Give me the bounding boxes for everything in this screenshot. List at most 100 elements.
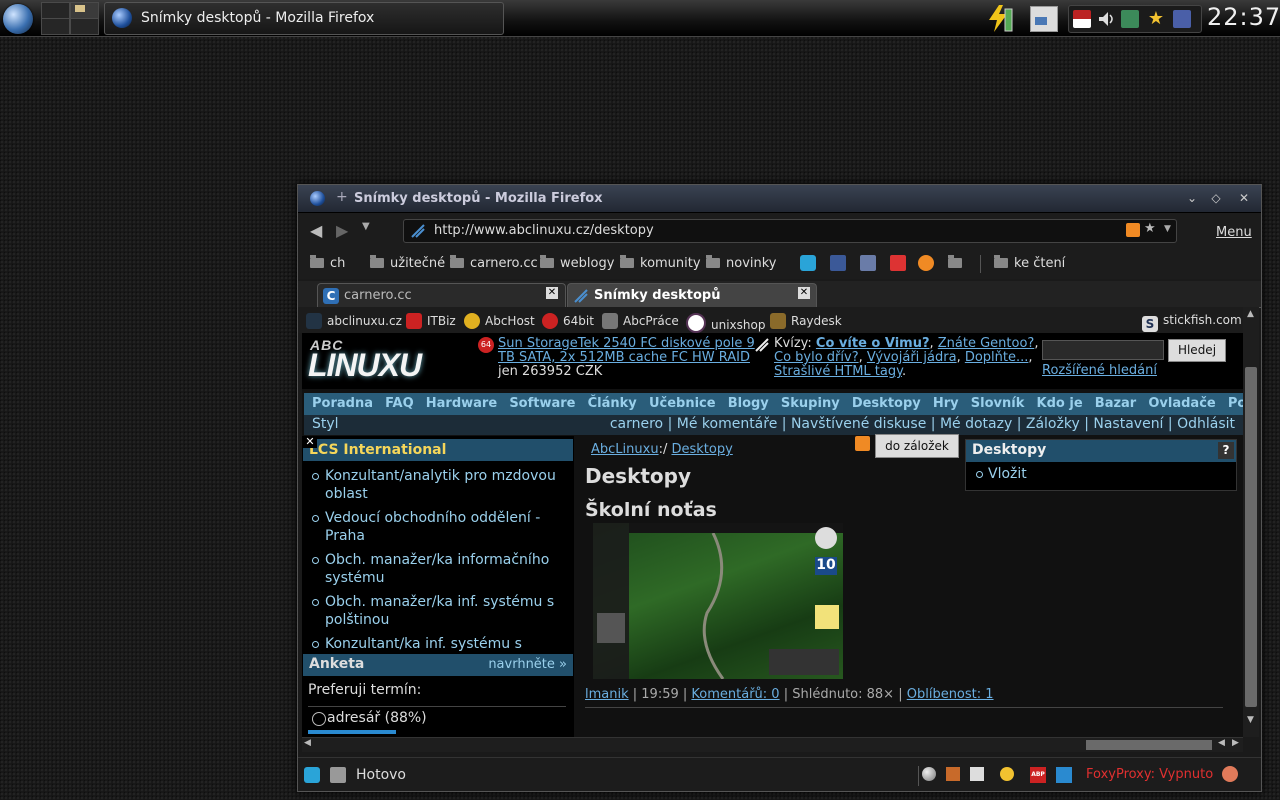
bookmark-star-icon[interactable]: ★ (1144, 221, 1156, 236)
menu-slovnik[interactable]: Slovník (971, 396, 1025, 411)
facebook-icon[interactable] (830, 255, 846, 271)
url-bar[interactable]: http://www.abclinuxu.cz/desktopy ★ ▼ (403, 219, 1177, 243)
gmail-icon[interactable] (890, 255, 906, 271)
bm-stickfish[interactable]: Sstickfish.com (1142, 313, 1242, 332)
tab-carnero[interactable]: C carnero.cc ✕ (317, 283, 566, 307)
menu-hry[interactable]: Hry (933, 396, 959, 411)
menu-desktopy[interactable]: Desktopy (852, 396, 921, 411)
bookmark-folder-uzitecne[interactable]: užitečné (370, 255, 445, 271)
status-ball-icon[interactable] (922, 767, 936, 781)
pager-desktop-3[interactable] (41, 18, 70, 35)
menu-hardware[interactable]: Hardware (426, 396, 497, 411)
fox-icon[interactable] (1222, 766, 1238, 782)
breadcrumb-home[interactable]: AbcLinuxu (591, 442, 659, 457)
menu-ucebnice[interactable]: Učebnice (649, 396, 716, 411)
pencil-icon[interactable] (946, 767, 960, 781)
rss-icon[interactable] (1126, 223, 1140, 237)
user-link-zalozky[interactable]: Záložky (1026, 416, 1080, 432)
poll-radio[interactable] (312, 712, 326, 726)
quiz-link-drive[interactable]: Co bylo dřív? (774, 350, 859, 365)
advanced-search-link[interactable]: Rozšířené hledání (1042, 363, 1157, 378)
pin-icon[interactable]: + (336, 189, 348, 205)
menu-poradna[interactable]: Poradna (312, 396, 373, 411)
smiley-icon[interactable] (1000, 767, 1014, 781)
scroll-right-arrow-icon[interactable]: ◀ (1218, 738, 1225, 748)
menu-blogy[interactable]: Blogy (728, 396, 769, 411)
ad-link[interactable]: Sun StorageTek 2540 FC diskové pole 9 TB… (498, 336, 755, 365)
vertical-scrollbar[interactable]: ▲ ▼ (1243, 307, 1259, 737)
menu-skupiny[interactable]: Skupiny (781, 396, 840, 411)
search-button[interactable]: Hledej (1168, 339, 1226, 362)
bm-64bit[interactable]: 64bit (542, 313, 594, 329)
bm-itbiz[interactable]: ITBiz (406, 313, 456, 329)
job-link[interactable]: Obch. manažer/ka inf. systému s polštino… (303, 593, 565, 629)
bookmark-folder-unnamed[interactable] (948, 255, 968, 271)
rss-icon[interactable] (855, 436, 870, 451)
close-icon[interactable]: ✕ (1236, 190, 1252, 206)
bookmark-folder-novinky[interactable]: novinky (706, 255, 777, 271)
vertical-scroll-thumb[interactable] (1245, 367, 1257, 707)
menu-button[interactable]: Menu (1216, 225, 1252, 240)
show-desktop-icon[interactable] (1030, 6, 1058, 32)
horizontal-scroll-thumb[interactable] (1086, 740, 1212, 750)
tab-close-icon[interactable]: ✕ (546, 287, 558, 299)
power-icon[interactable] (985, 3, 1015, 33)
scroll-left-arrow-icon[interactable]: ◀ (304, 738, 311, 748)
menu-kdo-je[interactable]: Kdo je (1037, 396, 1083, 411)
tab-close-icon[interactable]: ✕ (798, 287, 810, 299)
taskbar-firefox-item[interactable]: Snímky desktopů - Mozilla Firefox (104, 2, 504, 35)
edit-icon[interactable] (970, 767, 984, 781)
music-icon[interactable] (918, 255, 934, 271)
user-link-dotazy[interactable]: Mé dotazy (940, 416, 1012, 432)
popularity-link[interactable]: Oblíbenost: 1 (907, 687, 994, 702)
url-dropdown-icon[interactable]: ▼ (1164, 224, 1171, 234)
quiz-link-vim[interactable]: Co víte o Vimu? (816, 336, 930, 351)
kde-menu-icon[interactable] (3, 4, 33, 34)
back-arrow-icon[interactable]: ◀ (310, 221, 322, 240)
window-titlebar[interactable]: + Snímky desktopů - Mozilla Firefox ⌄ ◇ … (298, 185, 1261, 213)
poll-suggest-link[interactable]: navrhněte » (488, 657, 567, 672)
feeds-icon[interactable] (860, 255, 876, 271)
screenshot-tool-icon[interactable] (330, 767, 346, 783)
quiz-link-jadro[interactable]: Vývojáři jádra (867, 350, 957, 365)
user-link-carnero[interactable]: carnero (610, 416, 663, 432)
quiz-link-gentoo[interactable]: Znáte Gentoo? (938, 336, 1035, 351)
breadcrumb-current[interactable]: Desktopy (671, 442, 732, 457)
tab-snimky-desktopu[interactable]: Snímky desktopů ✕ (567, 283, 817, 307)
logo-linux[interactable]: LINUXU (308, 347, 422, 384)
menu-clanky[interactable]: Články (588, 396, 637, 411)
screenshot-title[interactable]: Školní noťas (585, 499, 717, 521)
job-link[interactable]: Obch. manažer/ka informačního systému (303, 551, 565, 587)
twitter-icon[interactable] (304, 767, 320, 783)
notes-icon[interactable] (1173, 10, 1191, 28)
minimize-icon[interactable]: ⌄ (1184, 190, 1200, 206)
author-link[interactable]: lmanik (585, 687, 629, 702)
bm-unixshop[interactable]: unixshop (686, 313, 765, 333)
user-link-odhlasit[interactable]: Odhlásit (1177, 416, 1235, 432)
network-icon[interactable] (1121, 10, 1139, 28)
job-link[interactable]: Konzultant/analytik pro mzdovou oblast (303, 467, 565, 503)
history-dropdown-icon[interactable]: ▼ (362, 221, 370, 232)
user-link-komentare[interactable]: Mé komentáře (677, 416, 778, 432)
search-input[interactable] (1042, 340, 1164, 360)
menu-faq[interactable]: FAQ (385, 396, 414, 411)
menu-portal[interactable]: Portál (1228, 396, 1243, 411)
pager-desktop-4[interactable] (70, 18, 99, 35)
bookmark-button[interactable]: do záložek (875, 434, 959, 458)
star-icon[interactable]: ★ (1147, 10, 1165, 28)
pager-desktop-1[interactable] (41, 2, 70, 19)
menu-software[interactable]: Software (509, 396, 575, 411)
jobs-box-title[interactable]: LCS International (303, 439, 573, 461)
menu-ovladace[interactable]: Ovladače (1148, 396, 1215, 411)
foxyproxy-status[interactable]: FoxyProxy: Vypnuto (1086, 767, 1213, 782)
help-icon[interactable]: ? (1218, 442, 1234, 459)
job-link[interactable]: Vedoucí obchodního oddělení - Praha (303, 509, 565, 545)
poll-option[interactable]: adresář (88%) (327, 710, 427, 726)
bookmark-folder-ke-cteni[interactable]: ke čtení (994, 255, 1065, 271)
horizontal-scrollbar[interactable]: ◀ ◀ ▶ (302, 737, 1243, 752)
bookmark-folder-weblogy[interactable]: weblogy (540, 255, 614, 271)
insert-link[interactable]: Vložit (988, 466, 1027, 482)
clock[interactable]: 22:37 (1207, 3, 1280, 31)
forward-arrow-icon[interactable]: ▶ (336, 221, 348, 240)
bm-abclinuxu[interactable]: abclinuxu.cz (306, 313, 402, 329)
